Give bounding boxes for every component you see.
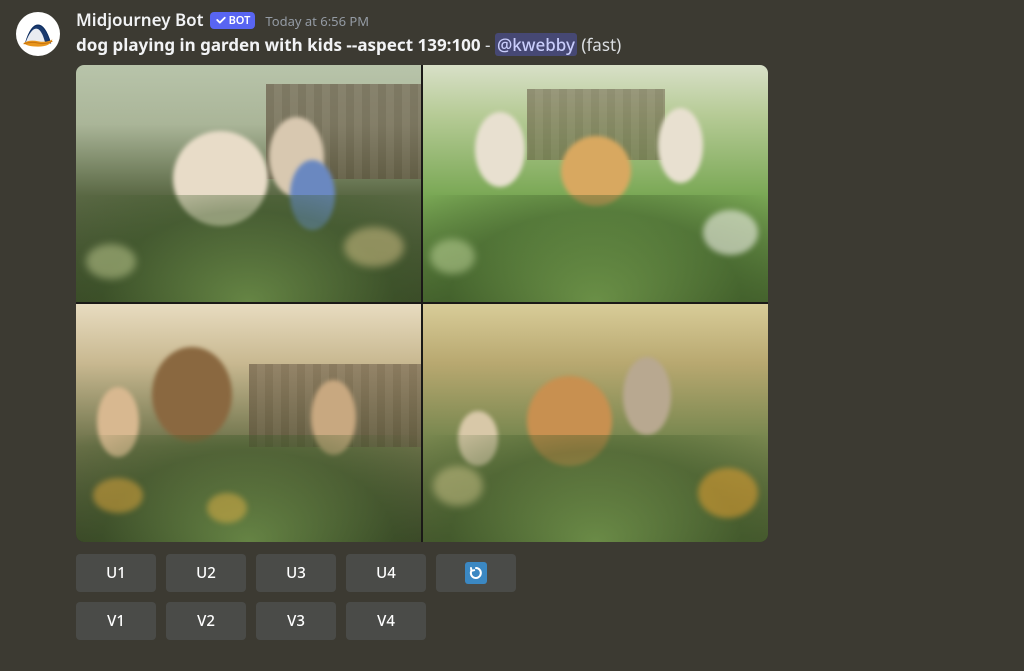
message-header: Midjourney Bot BOT Today at 6:56 PM [76,8,1008,31]
upscale-1-button[interactable]: U1 [76,554,156,592]
variation-2-button[interactable]: V2 [166,602,246,640]
prompt-text: dog playing in garden with kids --aspect… [76,33,481,56]
discord-message: Midjourney Bot BOT Today at 6:56 PM dog … [0,0,1024,648]
action-buttons: U1 U2 U3 U4 V1 V2 V3 V4 [76,554,1008,640]
upscale-2-button[interactable]: U2 [166,554,246,592]
bot-label-text: BOT [229,13,251,28]
prompt-line: dog playing in garden with kids --aspect… [76,33,1008,57]
mode-text: (fast) [581,33,621,56]
verified-check-icon [215,14,227,26]
variation-1-button[interactable]: V1 [76,602,156,640]
image-variant-2[interactable] [423,65,768,303]
image-variant-1[interactable] [76,65,421,303]
bot-avatar[interactable] [16,12,60,56]
message-content: Midjourney Bot BOT Today at 6:56 PM dog … [76,8,1008,640]
username[interactable]: Midjourney Bot [76,8,204,31]
upscale-row: U1 U2 U3 U4 [76,554,1008,592]
variation-3-button[interactable]: V3 [256,602,336,640]
generated-image-grid[interactable] [76,65,768,542]
image-variant-4[interactable] [423,304,768,542]
variation-row: V1 V2 V3 V4 [76,602,1008,640]
user-mention[interactable]: @kwebby [495,33,577,56]
upscale-3-button[interactable]: U3 [256,554,336,592]
refresh-icon [465,562,487,584]
reroll-button[interactable] [436,554,516,592]
midjourney-logo-icon [20,16,56,52]
image-variant-3[interactable] [76,304,421,542]
timestamp: Today at 6:56 PM [265,12,369,30]
variation-4-button[interactable]: V4 [346,602,426,640]
upscale-4-button[interactable]: U4 [346,554,426,592]
separator: - [481,33,495,56]
bot-tag: BOT [210,12,256,29]
